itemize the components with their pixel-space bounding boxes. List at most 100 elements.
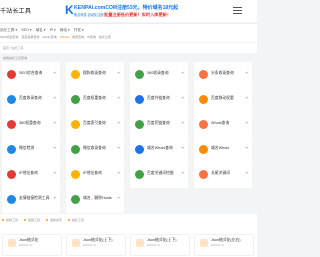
hot-link-5[interactable]: IP查询 — [87, 35, 96, 39]
tool-icon — [71, 120, 80, 129]
latest-tool-date: 2023.01.01 — [211, 244, 224, 247]
favorite-icon[interactable]: ♥ — [182, 170, 184, 175]
nav-item-2[interactable]: 域名 ▾ — [36, 28, 46, 33]
banner-ad[interactable]: K KENPAI.com 焦点科技 自动化注册 .COM注册53元，特价域名18… — [64, 2, 222, 20]
footer-tabs: 最新工具 最热工具 最新资讯 站长工具 — [2, 218, 90, 222]
tool-card[interactable]: 域名Whois查询 ♥ — [130, 137, 188, 163]
footer-tab-0[interactable]: 最新工具 — [2, 218, 18, 222]
tool-icon — [71, 95, 80, 104]
tool-card[interactable]: 长尾关键词 ♥ — [194, 162, 252, 188]
favorite-icon[interactable]: ♥ — [182, 120, 184, 125]
tool-card[interactable]: 友情链接检测工具 ♥ — [2, 187, 60, 213]
nav-item-3[interactable]: IP ▾ — [50, 28, 56, 32]
tool-card[interactable]: 百度死链查询 ♥ — [130, 112, 188, 138]
favorite-icon[interactable]: ♥ — [118, 120, 120, 125]
dot-icon — [46, 219, 49, 222]
tool-card[interactable]: IP地址查询 ♥ — [66, 162, 124, 188]
footer-tab-2[interactable]: 最新资讯 — [46, 218, 62, 222]
latest-tool-card[interactable]: Json格式化(上下) 2023.01.01 — [130, 234, 190, 256]
tool-card[interactable]: 搜狗收录查询 ♥ — [66, 62, 124, 88]
footer-tab-1[interactable]: 最热工具 — [24, 218, 40, 222]
tool-card[interactable]: IP地址查询 ♥ — [2, 162, 60, 188]
breadcrumb: 首页 / 站长工具 — [3, 46, 24, 50]
favorite-icon[interactable]: ♥ — [118, 95, 120, 100]
tool-card[interactable]: 百度收录查询 ♥ — [2, 87, 60, 113]
tool-card[interactable]: 微信检测 ♥ — [2, 137, 60, 163]
tool-title: 微信收录查询 — [83, 146, 106, 150]
footer-tab-3[interactable]: 站长工具 — [68, 218, 84, 222]
favorite-icon[interactable]: ♥ — [54, 95, 56, 100]
favorite-icon[interactable]: ♥ — [246, 145, 248, 150]
tool-card[interactable]: 域名、删除Hosts ♥ — [66, 187, 124, 213]
hot-link-4[interactable]: 收录查询 — [72, 35, 84, 39]
hot-link-2[interactable]: Whois查询 — [42, 35, 56, 39]
tool-card[interactable]: 百度权重查询 ♥ — [66, 87, 124, 113]
tool-card[interactable]: 百度外链查询 ♥ — [130, 87, 188, 113]
tool-card[interactable]: 百度移动权重 ♥ — [194, 87, 252, 113]
favorite-icon[interactable]: ♥ — [54, 120, 56, 125]
site-logo[interactable]: 千站长工具 — [0, 6, 31, 15]
nav-item-5[interactable]: 开发 ▾ — [74, 28, 84, 33]
favorite-icon[interactable]: ♥ — [246, 70, 248, 75]
top-bar: 千站长工具 K KENPAI.com 焦点科技 自动化注册 .COM注册53元，… — [0, 0, 257, 22]
tool-title: 百度死链查询 — [147, 121, 170, 125]
tool-icon — [135, 95, 144, 104]
latest-tool-date: 2023.01.01 — [19, 244, 32, 247]
tool-icon — [71, 170, 80, 179]
favorite-icon[interactable]: ♥ — [182, 70, 184, 75]
json-icon — [8, 239, 16, 247]
tool-title: 百度关键词挖掘 — [147, 171, 174, 175]
favorite-icon[interactable]: ♥ — [118, 195, 120, 200]
favorite-icon[interactable]: ♥ — [246, 95, 248, 100]
tool-card[interactable]: 头条收录查询 ♥ — [194, 62, 252, 88]
tool-card[interactable]: 360权重查询 ♥ — [2, 112, 60, 138]
latest-tool-title: Json格式化(上下) — [147, 238, 177, 242]
favorite-icon[interactable]: ♥ — [182, 145, 184, 150]
favorite-icon[interactable]: ♥ — [118, 145, 120, 150]
latest-tool-card[interactable]: Json格式化(左右) 2023.01.01 — [194, 234, 254, 256]
favorite-icon[interactable]: ♥ — [182, 95, 184, 100]
ad-headline: .COM注册53元，特价域名18元起 — [104, 5, 179, 11]
nav-item-0[interactable]: 站长工具 ▾ — [0, 28, 17, 33]
tool-icon — [7, 195, 16, 204]
tool-card[interactable]: 360收录查询 ♥ — [130, 62, 188, 88]
tool-icon — [135, 145, 144, 154]
tool-icon — [199, 145, 208, 154]
tool-title: 长尾关键词 — [211, 171, 230, 175]
hot-link-6[interactable]: 站长之家 — [99, 35, 111, 39]
tool-card[interactable]: 百度关键词挖掘 ♥ — [130, 162, 188, 188]
menu-icon[interactable] — [233, 7, 242, 15]
tool-title: 搜狗收录查询 — [83, 71, 106, 75]
tool-card[interactable]: SEO综合查询 ♥ — [2, 62, 60, 88]
tool-card[interactable]: 微信收录查询 ♥ — [66, 137, 124, 163]
favorite-icon[interactable]: ♥ — [118, 70, 120, 75]
tool-card[interactable]: 百度索引查询 ♥ — [66, 112, 124, 138]
nav-item-4[interactable]: 网站 ▾ — [60, 28, 70, 33]
latest-tool-card[interactable]: Json格式化 2023.01.01 — [2, 234, 62, 256]
favorite-icon[interactable]: ♥ — [246, 170, 248, 175]
nav-item-1[interactable]: SEO ▾ — [21, 28, 31, 32]
ad-brand: K KENPAI.com 焦点科技 自动化注册 — [64, 2, 105, 20]
hot-link-1[interactable]: 百度权重查询 — [21, 35, 39, 39]
favorite-icon[interactable]: ♥ — [54, 70, 56, 75]
tool-grid: SEO综合查询 ♥ 搜狗收录查询 ♥ 360收录查询 ♥ 头条收录查询 ♥ 百度收录查询 ♥ 百度权… — [0, 62, 257, 214]
latest-tool-title: Json格式化(左右) — [211, 238, 241, 242]
tool-title: 百度索引查询 — [83, 121, 106, 125]
favorite-icon[interactable]: ♥ — [54, 145, 56, 150]
tool-icon — [7, 70, 16, 79]
tool-card[interactable]: 域名Whois ♥ — [194, 137, 252, 163]
latest-tool-card[interactable]: Json格式化(上下) 2023.01.01 — [66, 234, 126, 256]
favorite-icon[interactable]: ♥ — [246, 120, 248, 125]
favorite-icon[interactable]: ♥ — [54, 170, 56, 175]
tool-card[interactable]: Whois查询 ♥ — [194, 112, 252, 138]
favorite-icon[interactable]: ♥ — [118, 170, 120, 175]
hot-link-3[interactable]: Chinaz — [60, 35, 69, 39]
sub-bar: 首页 / 站长工具 — [0, 43, 257, 53]
favorite-icon[interactable]: ♥ — [54, 195, 56, 200]
hot-link-0[interactable]: SEO综合查询 — [0, 35, 18, 39]
tool-title: 域名Whois — [211, 146, 230, 150]
tool-title: 百度收录查询 — [19, 96, 42, 100]
tool-title: 微信检测 — [19, 146, 35, 150]
tool-icon — [135, 120, 144, 129]
tool-icon — [199, 170, 208, 179]
